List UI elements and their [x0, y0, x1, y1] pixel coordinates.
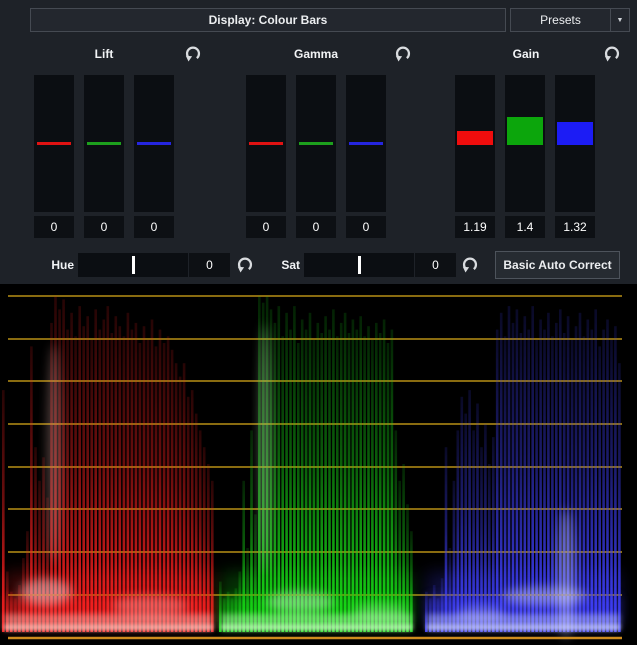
sat-value[interactable]: 0 [415, 253, 456, 277]
lift-reset-icon[interactable] [184, 44, 202, 62]
chevron-down-icon[interactable]: ▼ [610, 9, 629, 31]
basic-auto-correct-button[interactable]: Basic Auto Correct [495, 251, 620, 279]
hue-value[interactable]: 0 [189, 253, 230, 277]
sat-reset-icon[interactable] [461, 255, 479, 273]
hue-label: Hue [28, 258, 74, 272]
basic-auto-correct-label: Basic Auto Correct [503, 258, 611, 272]
gamma-section-label: Gamma [246, 47, 386, 61]
gamma-green-slider[interactable] [296, 75, 336, 212]
hue-slider-tick[interactable] [132, 256, 135, 274]
slider-marker[interactable] [349, 142, 383, 145]
lift-blue-slider[interactable] [134, 75, 174, 212]
sat-label: Sat [270, 258, 300, 272]
gamma-blue-value[interactable]: 0 [346, 216, 386, 238]
slider-marker[interactable] [37, 142, 71, 145]
presets-button[interactable]: Presets ▼ [510, 8, 630, 32]
lift-values: 0 0 0 [34, 216, 174, 238]
sat-slider-tick[interactable] [358, 256, 361, 274]
gain-sliders [455, 75, 595, 212]
lift-blue-value[interactable]: 0 [134, 216, 174, 238]
slider-marker[interactable] [249, 142, 283, 145]
gain-section-label: Gain [455, 47, 597, 61]
lift-red-slider[interactable] [34, 75, 74, 212]
gain-green-slider[interactable] [505, 75, 545, 212]
colour-correction-panel: Display: Colour Bars Presets ▼ Lift Gamm… [0, 0, 637, 645]
gain-reset-icon[interactable] [603, 44, 621, 62]
lift-red-value[interactable]: 0 [34, 216, 74, 238]
gamma-values: 0 0 0 [246, 216, 386, 238]
gain-values: 1.19 1.4 1.32 [455, 216, 595, 238]
display-mode-button[interactable]: Display: Colour Bars [30, 8, 506, 32]
slider-marker[interactable] [457, 131, 493, 145]
rgb-parade-waveform [0, 284, 637, 645]
gamma-green-value[interactable]: 0 [296, 216, 336, 238]
slider-marker[interactable] [557, 122, 593, 145]
lift-green-value[interactable]: 0 [84, 216, 124, 238]
slider-marker[interactable] [299, 142, 333, 145]
slider-marker[interactable] [87, 142, 121, 145]
scope-area [0, 284, 637, 645]
gamma-sliders [246, 75, 386, 212]
sat-slider[interactable] [304, 253, 414, 277]
lift-sliders [34, 75, 174, 212]
gamma-blue-slider[interactable] [346, 75, 386, 212]
gain-green-value[interactable]: 1.4 [505, 216, 545, 238]
gain-red-slider[interactable] [455, 75, 495, 212]
slider-marker[interactable] [507, 117, 543, 146]
lift-section-label: Lift [34, 47, 174, 61]
slider-marker[interactable] [137, 142, 171, 145]
gamma-red-slider[interactable] [246, 75, 286, 212]
gain-blue-value[interactable]: 1.32 [555, 216, 595, 238]
lift-green-slider[interactable] [84, 75, 124, 212]
controls-area: Display: Colour Bars Presets ▼ Lift Gamm… [0, 0, 637, 284]
gain-red-value[interactable]: 1.19 [455, 216, 495, 238]
hue-reset-icon[interactable] [236, 255, 254, 273]
presets-label: Presets [511, 13, 610, 27]
hue-slider[interactable] [78, 253, 188, 277]
gamma-red-value[interactable]: 0 [246, 216, 286, 238]
gain-blue-slider[interactable] [555, 75, 595, 212]
display-mode-label: Display: Colour Bars [209, 13, 328, 27]
gamma-reset-icon[interactable] [394, 44, 412, 62]
